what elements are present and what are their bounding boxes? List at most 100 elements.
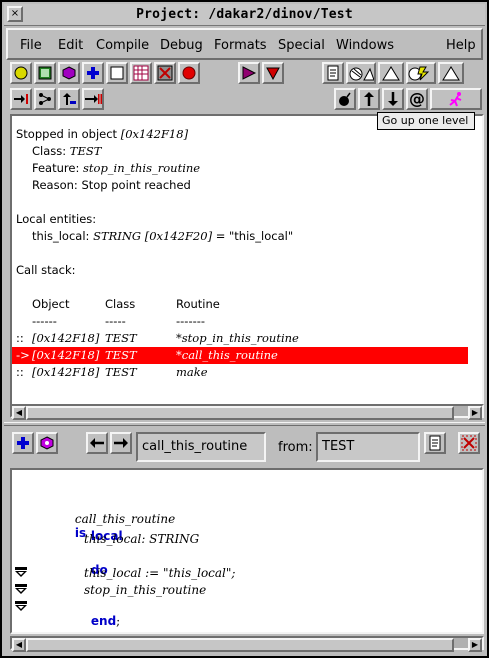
scroll-right-icon[interactable]: ▶	[468, 638, 482, 652]
new-feature-button[interactable]	[12, 432, 34, 454]
tooltip: Go up one level	[377, 112, 475, 130]
feature-tool-button[interactable]	[58, 62, 80, 84]
go-up-one-level-button[interactable]	[358, 88, 380, 110]
scrollbar-thumb[interactable]	[26, 406, 454, 420]
down-arrow-icon	[388, 92, 398, 106]
code-line: stop_in_this_routine	[84, 583, 207, 597]
editor-horizontal-scrollbar[interactable]: ◀ ▶	[10, 636, 484, 652]
go-down-one-level-button[interactable]	[382, 88, 404, 110]
scrollbar-thumb[interactable]	[26, 638, 454, 652]
cone-icon	[382, 66, 400, 81]
scroll-left-icon[interactable]: ◀	[12, 638, 26, 652]
lightning-icon	[408, 66, 430, 81]
right-arrow-icon	[114, 438, 128, 448]
menu-edit[interactable]: Edit	[58, 38, 83, 53]
display-up-button[interactable]	[58, 88, 80, 110]
menu-file[interactable]: File	[20, 38, 42, 53]
document-icon	[327, 65, 339, 81]
pane-splitter[interactable]	[4, 422, 485, 426]
editor-toolbar: call_this_routine from: TEST	[8, 430, 486, 462]
routine-text-area[interactable]: call_this_routine is local this_local: S…	[10, 468, 484, 634]
from-label: from:	[278, 440, 313, 455]
explain-button[interactable]	[106, 62, 128, 84]
scroll-left-icon[interactable]: ◀	[12, 406, 26, 420]
feature-line: Feature: stop_in_this_routine	[32, 161, 201, 175]
stop-grid-icon	[157, 65, 173, 81]
hexagon-icon	[62, 66, 76, 80]
output-horizontal-scrollbar[interactable]: ◀ ▶	[10, 404, 484, 420]
menu-windows[interactable]: Windows	[336, 38, 394, 53]
class-line: Class: TEST	[32, 144, 102, 158]
exception-button[interactable]	[430, 88, 482, 110]
system-tool-button[interactable]	[130, 62, 152, 84]
stop-point-icon[interactable]	[14, 583, 28, 595]
next-button[interactable]	[110, 432, 132, 454]
run-button[interactable]	[238, 62, 260, 84]
precompile-button[interactable]	[406, 62, 436, 84]
multi-arrow-icon	[85, 94, 102, 104]
at-sign-icon: @	[409, 89, 425, 108]
up-arrow-icon	[63, 93, 76, 105]
menu-special[interactable]: Special	[278, 38, 325, 53]
previous-button[interactable]	[86, 432, 108, 454]
red-dot-icon	[182, 66, 196, 80]
hexagon-icon	[40, 436, 54, 450]
code-line: this_local: STRING	[84, 532, 200, 546]
callstack-header: Object Class Routine	[32, 297, 220, 311]
stop-point-icon[interactable]	[14, 600, 28, 612]
grid-icon	[133, 65, 149, 81]
up-arrow-icon	[364, 92, 374, 106]
close-tool-button[interactable]	[458, 432, 480, 454]
running-figure-icon	[449, 92, 462, 107]
class-tool-button[interactable]	[10, 62, 32, 84]
routine-name-field[interactable]: call_this_routine	[136, 432, 266, 462]
hand-icon	[349, 67, 374, 81]
play-icon	[242, 66, 257, 80]
display-stop-button[interactable]	[10, 88, 32, 110]
menu-help[interactable]: Help	[446, 38, 476, 53]
menu-compile[interactable]: Compile	[96, 38, 149, 53]
shell-button[interactable]	[378, 62, 404, 84]
address-button[interactable]: @	[406, 88, 428, 110]
stop-point-icon[interactable]	[14, 566, 28, 578]
window-title: Project: /dakar2/dinov/Test	[136, 7, 353, 22]
tree-icon	[39, 93, 51, 105]
down-triangle-icon	[266, 67, 280, 80]
feature-hole-button[interactable]	[36, 432, 58, 454]
cluster-icon	[38, 66, 52, 80]
display-tree-button[interactable]	[34, 88, 56, 110]
code-line: this_local := "this_local";	[84, 566, 236, 580]
step-button[interactable]	[262, 62, 284, 84]
reason-line: Reason: Stop point reached	[32, 178, 191, 192]
callstack-row[interactable]: :: [0x142F18] TEST *stop_in_this_routine	[16, 330, 476, 347]
debug-output-panel[interactable]: Stopped in object [0x142F18] Class: TEST…	[10, 114, 484, 406]
main-toolbar	[8, 62, 478, 88]
new-object-button[interactable]	[82, 62, 104, 84]
cluster-tool-button[interactable]	[34, 62, 56, 84]
left-arrow-icon	[90, 438, 104, 448]
square-icon	[110, 66, 124, 80]
bomb-icon	[339, 92, 351, 106]
display-all-button[interactable]	[82, 88, 104, 110]
menu-formats[interactable]: Formats	[214, 38, 267, 53]
menu-bar: File Edit Compile Debug Formats Special …	[6, 28, 483, 60]
quit-debug-button[interactable]	[334, 88, 356, 110]
freeze-button[interactable]	[438, 62, 464, 84]
scroll-right-icon[interactable]: ▶	[468, 406, 482, 420]
callstack-row-current[interactable]: -> [0x142F18] TEST *call_this_routine	[12, 347, 468, 364]
format-routine-button[interactable]	[424, 432, 446, 454]
menu-debug[interactable]: Debug	[160, 38, 203, 53]
plus-icon	[87, 67, 99, 79]
callstack-row[interactable]: :: [0x142F18] TEST make	[16, 364, 476, 381]
format-button[interactable]	[322, 62, 344, 84]
title-bar[interactable]: × Project: /dakar2/dinov/Test	[4, 4, 485, 26]
stop-points-button[interactable]	[154, 62, 176, 84]
locals-heading: Local entities:	[16, 212, 97, 226]
local-entity-line: this_local: STRING [0x142F20] = "this_lo…	[32, 229, 294, 243]
class-name-field[interactable]: TEST	[316, 432, 420, 462]
stop-hand-button[interactable]	[346, 62, 376, 84]
document-icon	[429, 435, 441, 451]
arrow-stop-icon	[14, 94, 28, 104]
record-button[interactable]	[178, 62, 200, 84]
callstack-heading: Call stack:	[16, 263, 76, 277]
